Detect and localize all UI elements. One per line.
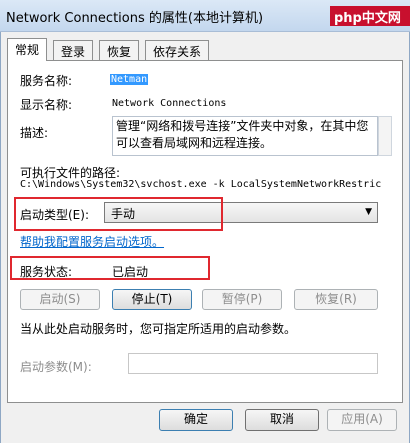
ok-button-label: 确定 [183, 412, 208, 426]
start-button-label: 启动(S) [39, 292, 81, 306]
cancel-button[interactable]: 取消 [245, 409, 319, 431]
ok-button[interactable]: 确定 [159, 409, 233, 431]
service-status-value: 已启动 [112, 265, 149, 279]
watermark-logo: php中文网 [330, 6, 410, 26]
pause-button[interactable]: 暂停(P) [202, 289, 282, 310]
window-title: Network Connections 的属性(本地计算机) [6, 11, 264, 26]
startup-type-value: 手动 [111, 207, 136, 221]
startup-type-label: 启动类型(E): [20, 208, 89, 222]
tab-recovery-label: 恢复 [107, 45, 132, 59]
tab-dependencies[interactable]: 依存关系 [145, 40, 210, 60]
description-box[interactable]: 管理“网络和拨号连接”文件夹中对象，在其中您可以查看局域网和远程连接。 [112, 116, 378, 156]
description-text: 管理“网络和拨号连接”文件夹中对象，在其中您可以查看局域网和远程连接。 [116, 119, 369, 150]
exe-path-value[interactable]: C:\Windows\System32\svchost.exe -k Local… [20, 179, 400, 190]
description-label: 描述: [20, 126, 49, 140]
pause-button-label: 暂停(P) [221, 292, 263, 306]
start-button[interactable]: 启动(S) [20, 289, 100, 310]
tab-general-label: 常规 [15, 43, 40, 57]
tab-recovery[interactable]: 恢复 [99, 40, 140, 60]
display-name-value[interactable]: Network Connections [112, 98, 226, 109]
startup-type-dropdown[interactable]: 手动 ▼ [104, 202, 378, 223]
resume-button[interactable]: 恢复(R) [294, 289, 378, 310]
tab-general[interactable]: 常规 [7, 38, 48, 61]
watermark-text: php中文网 [334, 11, 401, 26]
stop-button[interactable]: 停止(T) [112, 289, 192, 310]
service-name-label: 服务名称: [20, 74, 73, 88]
apply-button-label: 应用(A) [341, 412, 383, 426]
dialog-body: 常规 登录 恢复 依存关系 服务名称: Netman 显示名称: Network… [0, 32, 410, 443]
service-name-value[interactable]: Netman [110, 74, 149, 85]
description-scrollbar[interactable] [378, 116, 392, 156]
start-params-input[interactable] [128, 353, 378, 374]
general-panel: 服务名称: Netman 显示名称: Network Connections 描… [7, 60, 403, 403]
tab-dependencies-label: 依存关系 [153, 45, 202, 59]
tab-logon-label: 登录 [61, 45, 86, 59]
cancel-button-label: 取消 [269, 412, 294, 426]
resume-button-label: 恢复(R) [315, 292, 357, 306]
stop-button-label: 停止(T) [131, 292, 173, 306]
tab-logon[interactable]: 登录 [53, 40, 94, 60]
apply-button[interactable]: 应用(A) [327, 409, 397, 431]
startup-help-link[interactable]: 帮助我配置服务启动选项。 [20, 233, 164, 250]
chevron-down-icon: ▼ [365, 207, 372, 217]
start-params-hint: 当从此处启动服务时，您可指定所适用的启动参数。 [20, 322, 297, 336]
display-name-label: 显示名称: [20, 98, 73, 112]
service-status-label: 服务状态: [20, 265, 73, 279]
start-params-label: 启动参数(M): [20, 360, 92, 374]
title-bar: Network Connections 的属性(本地计算机) php中文网 [0, 0, 410, 32]
